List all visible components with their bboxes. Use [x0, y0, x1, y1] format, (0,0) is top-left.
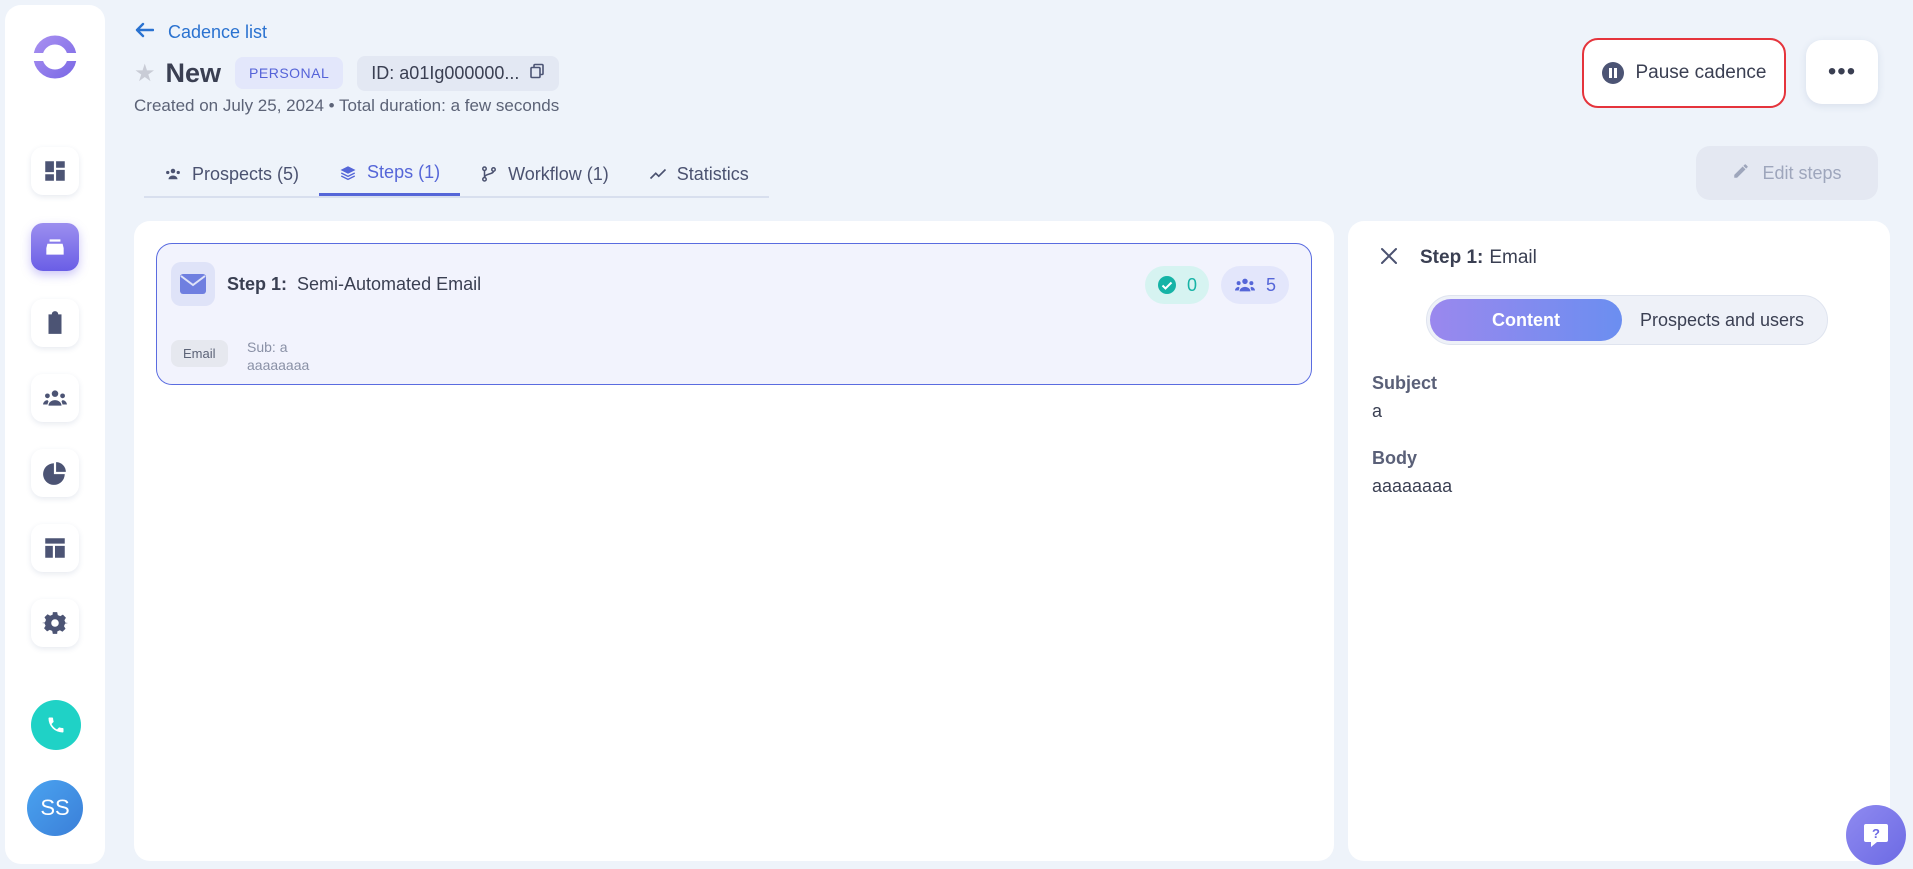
- people-icon: [43, 390, 67, 406]
- dashboard-nav-button[interactable]: [31, 147, 79, 195]
- cadence-subtitle: Created on July 25, 2024 • Total duratio…: [134, 96, 560, 115]
- tab-prospects[interactable]: Prospects (5): [144, 152, 319, 196]
- gear-icon: [42, 612, 68, 634]
- tab-steps[interactable]: Steps (1): [319, 152, 461, 196]
- pie-chart-icon: [43, 462, 66, 485]
- back-to-cadence-list-link[interactable]: Cadence list: [134, 22, 267, 43]
- tasks-nav-button[interactable]: [31, 299, 79, 347]
- id-chip[interactable]: ID: a01Ig000000...: [357, 55, 560, 91]
- pause-cadence-label: Pause cadence: [1635, 62, 1767, 83]
- phone-button[interactable]: [31, 700, 81, 750]
- copy-icon[interactable]: [529, 63, 545, 84]
- people-icon: [166, 168, 180, 180]
- step-title: Step 1: Semi-Automated Email: [227, 274, 481, 295]
- subject-value: a: [1372, 401, 1383, 421]
- step-subject-line: Sub: a: [247, 339, 288, 355]
- body-label: Body: [1372, 448, 1417, 468]
- tab-statistics-label: Statistics: [676, 163, 749, 184]
- help-button[interactable]: ?: [1846, 805, 1906, 865]
- subject-label: Subject: [1372, 373, 1438, 393]
- inbox-stack-icon: [46, 239, 64, 255]
- pause-icon: [1601, 62, 1624, 84]
- id-label: ID: a01Ig000000...: [371, 62, 520, 83]
- step-body-preview: aaaaaaaa: [247, 357, 310, 373]
- pencil-icon: [1732, 162, 1750, 185]
- dashboard-icon: [45, 161, 65, 181]
- segment-content[interactable]: Content: [1430, 299, 1622, 341]
- step-card[interactable]: Step 1: Semi-Automated Email 0 5 Email Su…: [156, 243, 1312, 385]
- people-count-pill[interactable]: 5: [1221, 266, 1289, 304]
- settings-nav-button[interactable]: [31, 599, 79, 647]
- tab-workflow[interactable]: Workflow (1): [460, 152, 629, 196]
- steps-panel: Step 1: Semi-Automated Email 0 5 Email Su…: [134, 221, 1334, 861]
- tab-prospects-label: Prospects (5): [192, 163, 300, 184]
- layout-icon: [45, 538, 65, 558]
- user-avatar[interactable]: SS: [27, 780, 83, 836]
- pause-cadence-button[interactable]: Pause cadence: [1582, 38, 1786, 108]
- title-row: ★ New PERSONAL ID: a01Ig000000...: [134, 55, 560, 91]
- body-value: aaaaaaaa: [1372, 476, 1453, 496]
- tab-statistics[interactable]: Statistics: [629, 152, 769, 196]
- trend-line-icon: [649, 168, 666, 180]
- segment-prospects-and-users[interactable]: Prospects and users: [1622, 299, 1822, 341]
- side-step-type: Email: [1489, 247, 1537, 268]
- cadence-tabs: Prospects (5) Steps (1) Workflow (1) Sta…: [144, 152, 769, 198]
- back-link-label: Cadence list: [168, 22, 268, 42]
- envelope-icon: [171, 262, 215, 306]
- page-title: New: [165, 57, 222, 88]
- cadences-nav-button[interactable]: [31, 223, 79, 271]
- edit-steps-label: Edit steps: [1762, 162, 1842, 183]
- step-name: Semi-Automated Email: [297, 274, 482, 294]
- tab-workflow-label: Workflow (1): [508, 163, 609, 184]
- people-nav-button[interactable]: [31, 374, 79, 422]
- layers-icon: [340, 165, 356, 180]
- clipboard-icon: [48, 311, 62, 334]
- edit-steps-button[interactable]: Edit steps: [1696, 146, 1878, 200]
- svg-text:?: ?: [1872, 826, 1880, 841]
- side-step-label: Step 1:: [1420, 247, 1484, 268]
- sidebar: SS: [5, 5, 105, 864]
- app-logo[interactable]: [31, 33, 79, 81]
- step-subject-preview: Sub: a aaaaaaaa: [247, 338, 309, 374]
- personal-badge: PERSONAL: [235, 57, 344, 89]
- star-icon[interactable]: ★: [134, 59, 156, 88]
- help-chat-icon: ?: [1864, 824, 1888, 847]
- branch-icon: [482, 166, 497, 182]
- more-dots-icon: •••: [1827, 58, 1857, 85]
- completed-count: 0: [1186, 274, 1197, 295]
- side-panel-title: Step 1: Email: [1420, 247, 1537, 269]
- people-count: 5: [1265, 274, 1276, 295]
- arrow-left-icon: [134, 22, 155, 43]
- people-icon: [1234, 278, 1255, 292]
- step-number-label: Step 1:: [227, 274, 288, 294]
- reports-nav-button[interactable]: [31, 449, 79, 497]
- close-icon[interactable]: [1380, 245, 1398, 271]
- check-circle-icon: [1157, 276, 1176, 294]
- tab-steps-label: Steps (1): [367, 162, 441, 182]
- step-type-tag: Email: [171, 340, 228, 367]
- step-detail-panel: Step 1: Email Content Prospects and users…: [1348, 221, 1890, 861]
- more-options-button[interactable]: •••: [1806, 40, 1878, 104]
- phone-icon: [48, 717, 64, 733]
- content-segment-control: Content Prospects and users: [1426, 295, 1828, 345]
- templates-nav-button[interactable]: [31, 524, 79, 572]
- completed-count-pill[interactable]: 0: [1145, 266, 1209, 304]
